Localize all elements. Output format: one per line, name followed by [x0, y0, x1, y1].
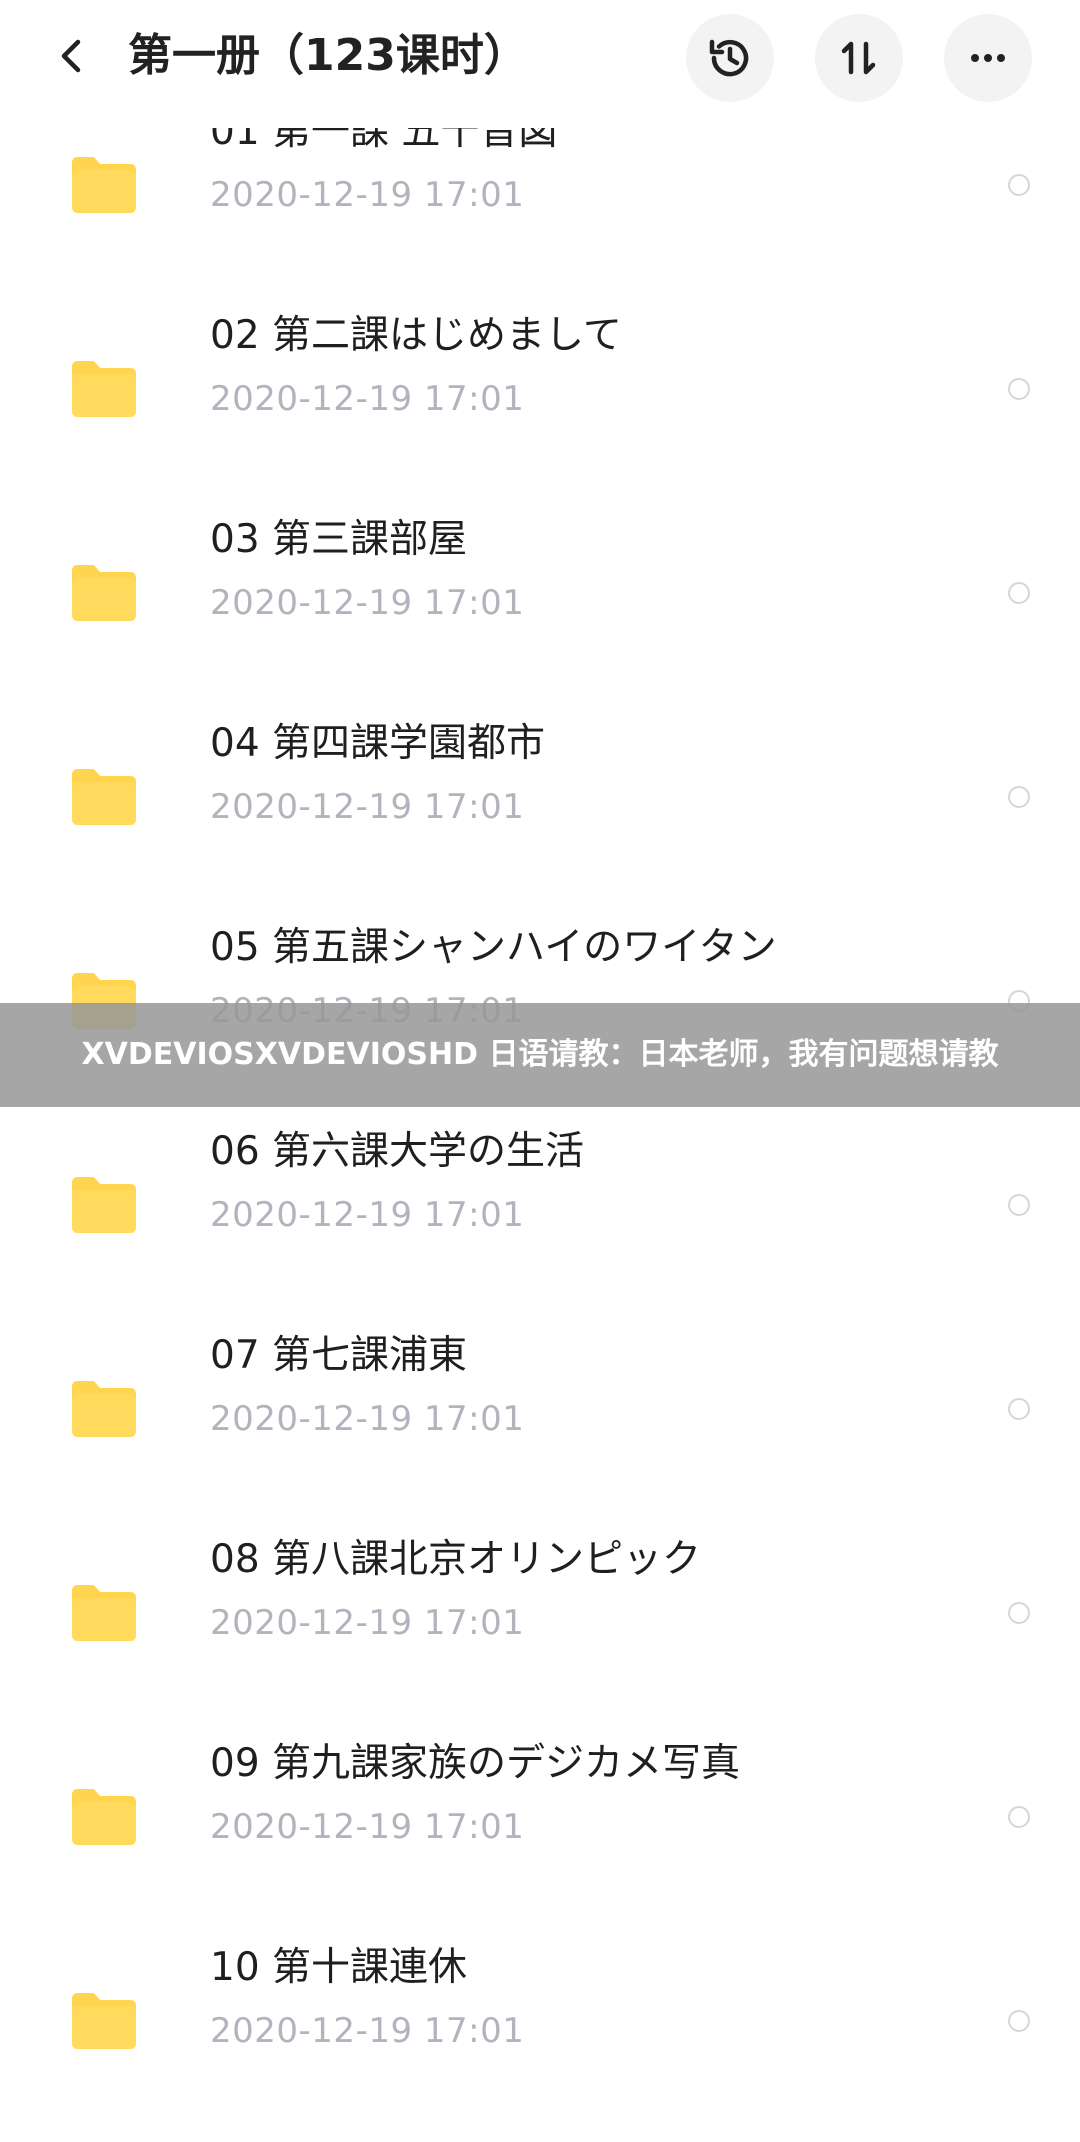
select-radio[interactable] [1008, 1398, 1030, 1420]
sort-button[interactable] [815, 14, 903, 102]
list-item[interactable]: 03 第三課部屋 2020-12-19 17:01 [0, 510, 1080, 714]
folder-icon [72, 1585, 136, 1641]
select-radio[interactable] [1008, 174, 1030, 196]
list-item-date: 2020-12-19 17:01 [210, 2011, 525, 2051]
list-item[interactable]: 08 第八課北京オリンピック 2020-12-19 17:01 [0, 1530, 1080, 1734]
history-icon [709, 39, 749, 77]
list-item-title: 04 第四課学園都市 [210, 721, 546, 766]
select-radio[interactable] [1008, 378, 1030, 400]
folder-icon [72, 769, 136, 825]
banner-text: XVDEVIOSXVDEVIOSHD 日语请教：日本老师，我有问题想请教 [81, 1037, 999, 1072]
folder-icon [72, 1177, 136, 1233]
list-item-date: 2020-12-19 17:01 [210, 175, 525, 215]
select-radio[interactable] [1008, 786, 1030, 808]
page-title: 第一册（123课时） [128, 30, 528, 81]
list-item[interactable]: 10 第十課連休 2020-12-19 17:01 [0, 1938, 1080, 2142]
select-radio[interactable] [1008, 1806, 1030, 1828]
list-item[interactable]: 01 第一課 五十音図 2020-12-19 17:01 [0, 102, 1080, 306]
list-item-date: 2020-12-19 17:01 [210, 787, 525, 827]
back-button[interactable] [40, 24, 104, 88]
app-header: 第一册（123课时） [0, 0, 1080, 128]
overlay-banner: XVDEVIOSXVDEVIOSHD 日语请教：日本老师，我有问题想请教 [0, 1003, 1080, 1107]
list-item-date: 2020-12-19 17:01 [210, 1603, 525, 1643]
list-item[interactable]: 09 第九課家族のデジカメ写真 2020-12-19 17:01 [0, 1734, 1080, 1938]
list-item[interactable]: 04 第四課学園都市 2020-12-19 17:01 [0, 714, 1080, 918]
chevron-left-icon [61, 39, 81, 73]
list-item-title: 06 第六課大学の生活 [210, 1129, 585, 1174]
folder-icon [72, 361, 136, 417]
list-item-title: 05 第五課シャンハイのワイタン [210, 925, 777, 970]
select-radio[interactable] [1008, 582, 1030, 604]
list-item[interactable]: 06 第六課大学の生活 2020-12-19 17:01 [0, 1122, 1080, 1326]
folder-icon [72, 1789, 136, 1845]
list-item-date: 2020-12-19 17:01 [210, 379, 525, 419]
folder-icon [72, 157, 136, 213]
folder-icon [72, 1993, 136, 2049]
list-item-date: 2020-12-19 17:01 [210, 1399, 525, 1439]
list-item-title: 02 第二課はじめまして [210, 313, 622, 358]
list-item-title: 03 第三課部屋 [210, 517, 468, 562]
list-item-date: 2020-12-19 17:01 [210, 583, 525, 623]
select-radio[interactable] [1008, 1194, 1030, 1216]
list-item-date: 2020-12-19 17:01 [210, 1807, 525, 1847]
folder-icon [72, 565, 136, 621]
list-item-title: 07 第七課浦東 [210, 1333, 468, 1378]
list-item-date: 2020-12-19 17:01 [210, 1195, 525, 1235]
folder-icon [72, 1381, 136, 1437]
select-radio[interactable] [1008, 2010, 1030, 2032]
list-item-title: 09 第九課家族のデジカメ写真 [210, 1741, 741, 1786]
more-horizontal-icon [971, 54, 1005, 62]
sort-icon [841, 41, 876, 75]
list-item[interactable]: 02 第二課はじめまして 2020-12-19 17:01 [0, 306, 1080, 510]
list-item-title: 10 第十課連休 [210, 1945, 468, 1990]
select-radio[interactable] [1008, 1602, 1030, 1624]
list-item-title: 08 第八課北京オリンピック [210, 1537, 702, 1582]
more-button[interactable] [944, 14, 1032, 102]
list-item[interactable]: 07 第七課浦東 2020-12-19 17:01 [0, 1326, 1080, 1530]
history-button[interactable] [686, 14, 774, 102]
